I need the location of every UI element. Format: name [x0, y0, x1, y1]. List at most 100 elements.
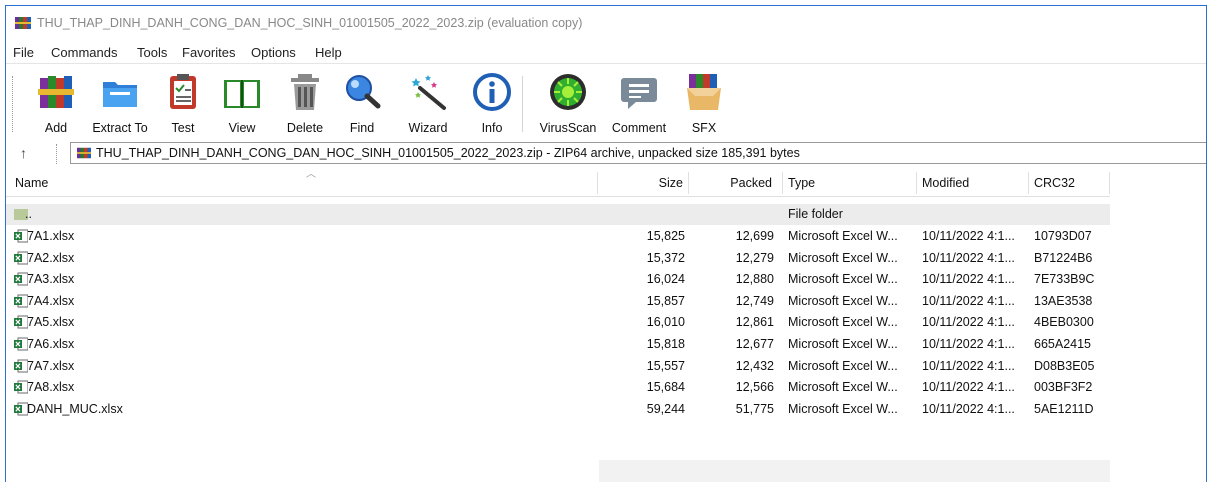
add-archive-icon: [38, 76, 74, 108]
column-name[interactable]: Name: [15, 170, 595, 196]
table-row[interactable]: DANH_MUC.xlsx 59,244 51,775 Microsoft Excel…: [6, 399, 1110, 420]
file-packed: 12,677: [735, 337, 774, 351]
title-bar: THU_THAP_DINH_DANH_CONG_DAN_HOC_SINH_010…: [6, 6, 1206, 40]
file-type: Microsoft Excel W...: [788, 293, 898, 308]
wizard-button[interactable]: Wizard: [402, 64, 454, 140]
file-type: Microsoft Excel W...: [788, 358, 898, 373]
column-divider: [597, 172, 598, 194]
winrar-books-icon: [77, 147, 91, 159]
wizard-wand-icon: [411, 75, 446, 110]
file-modified: 10/11/2022 4:1...: [922, 337, 1015, 351]
file-name: DANH_MUC.xlsx: [27, 401, 123, 416]
file-packed: 12,880: [735, 272, 774, 287]
table-row[interactable]: 7A7.xlsx 15,557 12,432 Microsoft Excel W...…: [6, 356, 1110, 377]
column-type[interactable]: Type: [788, 170, 908, 196]
excel-file-icon: [14, 251, 28, 265]
menu-options[interactable]: Options: [251, 45, 296, 60]
file-crc32: B71224B6: [1034, 250, 1093, 265]
file-size: 15,818: [646, 337, 685, 351]
delete-label: Delete: [286, 121, 324, 135]
file-crc32: 7E733B9C: [1034, 272, 1095, 287]
find-button[interactable]: Find: [340, 64, 384, 140]
table-row[interactable]: 7A3.xlsx 16,024 12,880 Microsoft Excel W...…: [6, 269, 1110, 290]
view-book-icon: [224, 80, 260, 108]
excel-file-icon: [14, 229, 28, 243]
file-type: Microsoft Excel W...: [788, 337, 898, 351]
file-size: 59,244: [646, 401, 685, 416]
column-divider: [1028, 172, 1029, 194]
file-type: Microsoft Excel W...: [788, 272, 898, 287]
delete-trash-icon: [291, 74, 319, 110]
file-size: 16,010: [646, 315, 685, 330]
winrar-books-icon: [15, 17, 31, 29]
up-arrow-icon[interactable]: ↑: [20, 145, 27, 161]
file-type: Microsoft Excel W...: [788, 315, 898, 330]
add-button[interactable]: Add: [28, 64, 84, 140]
extract-to-label: Extract To: [92, 121, 148, 135]
address-grip: [56, 144, 60, 164]
archive-path-text: THU_THAP_DINH_DANH_CONG_DAN_HOC_SINH_010…: [96, 146, 800, 160]
view-button[interactable]: View: [216, 64, 268, 140]
column-packed[interactable]: Packed: [690, 170, 774, 196]
address-bar: ↑ THU_THAP_DINH_DANH_CONG_DAN_HOC_SINH_0…: [6, 140, 1206, 168]
test-clipboard-icon: [170, 74, 196, 109]
menu-favorites[interactable]: Favorites: [182, 45, 235, 60]
menu-help[interactable]: Help: [315, 45, 342, 60]
excel-file-icon: [14, 294, 28, 308]
file-crc32: 10793D07: [1034, 229, 1092, 243]
view-label: View: [228, 121, 256, 135]
column-crc32[interactable]: CRC32: [1034, 170, 1104, 196]
file-crc32: D08B3E05: [1034, 358, 1095, 373]
comment-icon: [621, 78, 657, 109]
file-packed: 12,432: [735, 358, 774, 373]
file-type: Microsoft Excel W...: [788, 229, 898, 243]
column-divider: [916, 172, 917, 194]
table-row[interactable]: 7A8.xlsx 15,684 12,566 Microsoft Excel W...…: [6, 377, 1110, 398]
file-packed: 51,775: [735, 401, 774, 416]
virus-scan-icon: [550, 74, 586, 110]
column-modified[interactable]: Modified: [922, 170, 1022, 196]
table-row[interactable]: 7A1.xlsx 15,825 12,699 Microsoft Excel W...…: [6, 226, 1110, 247]
file-crc32: 4BEB0300: [1034, 315, 1094, 330]
parent-folder-row[interactable]: .. File folder: [6, 204, 1110, 225]
excel-file-icon: [14, 380, 28, 394]
comment-label: Comment: [611, 121, 667, 135]
toolbar: Add Extract To Test View Delete Find Wiz…: [6, 63, 1206, 140]
virusscan-button[interactable]: VirusScan: [532, 64, 604, 140]
file-type: Microsoft Excel W...: [788, 250, 898, 265]
sfx-button[interactable]: SFX: [682, 64, 726, 140]
column-divider: [688, 172, 689, 194]
add-label: Add: [44, 121, 68, 135]
menu-file[interactable]: File: [13, 45, 34, 60]
file-name: 7A7.xlsx: [27, 358, 75, 373]
delete-button[interactable]: Delete: [282, 64, 328, 140]
empty-area: [599, 460, 1110, 482]
table-row[interactable]: 7A6.xlsx 15,818 12,677 Microsoft Excel W...…: [6, 334, 1110, 355]
file-modified: 10/11/2022 4:1...: [922, 380, 1015, 395]
sfx-label: SFX: [691, 121, 717, 135]
file-crc32: 003BF3F2: [1034, 380, 1093, 395]
menu-commands[interactable]: Commands: [51, 45, 117, 60]
comment-button[interactable]: Comment: [604, 64, 674, 140]
menu-tools[interactable]: Tools: [137, 45, 167, 60]
toolbar-grip[interactable]: [12, 76, 16, 132]
file-size: 15,557: [646, 358, 685, 373]
extract-to-button[interactable]: Extract To: [84, 64, 156, 140]
file-list: Name ︿ Size Packed Type Modified CRC32 .…: [6, 170, 1206, 482]
file-modified: 10/11/2022 4:1...: [922, 315, 1015, 330]
column-divider: [1109, 172, 1110, 194]
excel-file-icon: [14, 272, 28, 286]
test-button[interactable]: Test: [160, 64, 206, 140]
table-row[interactable]: 7A2.xlsx 15,372 12,279 Microsoft Excel W...…: [6, 248, 1110, 269]
sfx-box-icon: [687, 74, 721, 110]
excel-file-icon: [14, 337, 28, 351]
column-size[interactable]: Size: [599, 170, 685, 196]
file-size: 15,684: [646, 380, 685, 395]
file-name: 7A1.xlsx: [27, 229, 75, 243]
file-name: 7A2.xlsx: [27, 250, 75, 265]
info-button[interactable]: Info: [470, 64, 514, 140]
file-modified: 10/11/2022 4:1...: [922, 229, 1015, 243]
table-row[interactable]: 7A4.xlsx 15,857 12,749 Microsoft Excel W...…: [6, 291, 1110, 312]
archive-path-field[interactable]: THU_THAP_DINH_DANH_CONG_DAN_HOC_SINH_010…: [70, 142, 1206, 164]
table-row[interactable]: 7A5.xlsx 16,010 12,861 Microsoft Excel W...…: [6, 312, 1110, 333]
